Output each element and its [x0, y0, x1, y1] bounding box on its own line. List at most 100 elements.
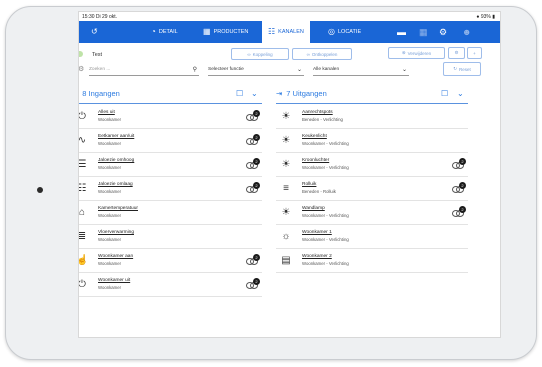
koppeling-button[interactable]: ∞ Koppeling [231, 48, 289, 60]
list-item[interactable]: ☰ Jaloezie omhoog Woonkamer 2 [79, 154, 262, 177]
link-status-icon[interactable]: 2 [452, 206, 466, 218]
search-input[interactable]: Zoeken ... ⚲ [89, 64, 199, 76]
reset-icon: ↻ [453, 66, 457, 71]
settings-icon[interactable]: ⚙ [439, 27, 447, 38]
select-all-inputs-checkbox[interactable]: ☐ [236, 89, 243, 98]
add-button[interactable]: + [467, 47, 482, 59]
battery-level: 93% [480, 14, 491, 20]
link-status-icon[interactable]: 2 [246, 158, 260, 170]
link-count-badge: 2 [253, 254, 260, 261]
list-item[interactable]: ⏻ Woonkamer uit Woonkamer 2 [79, 274, 262, 297]
hand-touch-icon: ☝ [79, 255, 88, 267]
reset-button[interactable]: ↻ Reset [443, 62, 481, 76]
battery-icon[interactable]: ▬ [397, 27, 406, 37]
channels-icon: ☷ [268, 27, 276, 36]
channel-name[interactable]: Jaloezie omhoog [98, 158, 134, 163]
list-item[interactable]: ≣ Vloerverwarming Woonkamer [79, 226, 262, 249]
settings-button[interactable]: ⚙ [448, 47, 465, 59]
channel-name[interactable]: Kroonluchter [302, 158, 329, 163]
list-item[interactable]: ∿ Eetkamer aan/uit Woonkamer 2 [78, 130, 262, 153]
channel-location: Woonkamer - Verlichting [302, 213, 349, 218]
chevron-down-icon[interactable]: ⌄ [251, 89, 258, 98]
channel-location: Woonkamer [98, 189, 122, 194]
chevron-down-icon[interactable]: ⌄ [457, 89, 464, 98]
function-select[interactable]: Selecteer functie ⌄ [208, 64, 304, 76]
device-name: Test [92, 52, 103, 58]
link-count-badge: 2 [459, 182, 466, 189]
link-status-icon[interactable]: 2 [452, 182, 466, 194]
channel-name[interactable]: Woonkamer 1 [302, 230, 332, 235]
gear-icon[interactable]: ⚙ [79, 65, 84, 73]
channel-location: Woonkamer - Verlichting [302, 237, 349, 242]
channel-name[interactable]: Vloerverwarming [98, 230, 134, 235]
list-item[interactable]: ☷ Jaloezie omlaag Woonkamer 2 [78, 178, 262, 201]
link-status-icon[interactable]: 2 [246, 110, 260, 122]
link-count-badge: 2 [253, 134, 260, 141]
link-status-icon[interactable]: 2 [246, 134, 260, 146]
outputs-icon: ⇥ [276, 89, 283, 98]
grid-icon[interactable]: ▦ [419, 27, 428, 38]
channel-location: Woonkamer [98, 285, 122, 290]
plus-icon: + [473, 50, 476, 56]
channel-name[interactable]: Alles uit [98, 110, 115, 115]
list-item[interactable]: ⌂ Kamertemperatuur Woonkamer [79, 202, 262, 225]
back-button[interactable]: ↺ [91, 21, 98, 43]
channel-name[interactable]: Kamertemperatuur [98, 206, 138, 211]
channel-name[interactable]: Woonkamer uit [98, 278, 130, 283]
pwm-icon: ▤ [281, 255, 291, 266]
tab-locatie[interactable]: ◎ LOCATIE [328, 21, 361, 43]
channel-location: Woonkamer [98, 213, 122, 218]
tab-kanalen[interactable]: ☷ KANALEN [262, 21, 310, 43]
link-status-icon[interactable]: 2 [246, 254, 260, 266]
list-item[interactable]: ☀ Aanrechtspots Beneden - Verlichting [276, 106, 468, 129]
tab-producten[interactable]: ▦ PRODUCTEN [203, 21, 248, 43]
link-status-icon[interactable]: 2 [246, 278, 260, 290]
tab-detail[interactable]: ◔ DETAIL [151, 21, 178, 43]
chevron-down-icon: ⌄ [296, 67, 302, 73]
list-item[interactable]: ≡ Rolluik Beneden - Rolluik 2 [276, 178, 468, 201]
channel-name[interactable]: Woonkamer aan [98, 254, 133, 259]
channel-name[interactable]: Jaloezie omlaag [98, 182, 133, 187]
channel-location: Beneden - Rolluik [302, 189, 336, 194]
device-toggle[interactable] [79, 51, 83, 57]
chevron-down-icon: ⌄ [401, 67, 407, 73]
camera [37, 187, 43, 193]
channel-name[interactable]: Keukenlicht [302, 134, 327, 139]
channel-name[interactable]: Woonkamer 2 [302, 254, 332, 259]
channel-name[interactable]: Wandlamp [302, 206, 325, 211]
channel-name[interactable]: Eetkamer aan/uit [98, 134, 134, 139]
blind-down-icon: ☷ [78, 183, 87, 194]
channel-location: Woonkamer [98, 261, 122, 266]
list-item[interactable]: ☀ Kroonluchter Woonkamer - Verlichting 2 [276, 154, 468, 177]
list-item[interactable]: ☀ Keukenlicht Woonkamer - Verlichting [276, 130, 468, 153]
link-status-icon[interactable]: 2 [452, 158, 466, 170]
wave-icon: ∿ [78, 135, 87, 146]
channel-location: Woonkamer [98, 237, 122, 242]
verwijderen-button[interactable]: ⊗ Verwijderen [388, 47, 445, 59]
status-time: 15:30 [82, 14, 95, 20]
list-item[interactable]: ⏻ Alles uit Woonkamer 2 [79, 106, 262, 129]
light-icon: ☀ [281, 159, 291, 170]
location-icon: ◎ [328, 27, 335, 36]
gear-icon: ⚙ [454, 50, 459, 55]
delete-icon: ⊗ [401, 50, 406, 55]
channel-name[interactable]: Rolluik [302, 182, 316, 187]
dimmer-light-icon: ☼ [281, 231, 291, 242]
channel-location: Woonkamer - Verlichting [302, 261, 349, 266]
channel-name[interactable]: Aanrechtspots [302, 110, 333, 115]
select-all-outputs-checkbox[interactable]: ☐ [441, 89, 448, 98]
shutter-icon: ≡ [283, 183, 289, 194]
list-item[interactable]: ▤ Woonkamer 2 Woonkamer - Verlichting [276, 250, 468, 273]
list-item[interactable]: ☀ Wandlamp Woonkamer - Verlichting 2 [276, 202, 468, 225]
ontkoppelen-button[interactable]: ∞ Ontkoppelen [292, 48, 352, 60]
list-item[interactable]: ☼ Woonkamer 1 Woonkamer - Verlichting [276, 226, 468, 249]
channel-location: Woonkamer [98, 165, 122, 170]
channel-select[interactable]: Alle kanalen ⌄ [313, 64, 409, 76]
light-icon: ☀ [281, 135, 291, 146]
back-arrow-icon: ↺ [91, 27, 98, 36]
list-item[interactable]: ☝ Woonkamer aan Woonkamer 2 [79, 250, 262, 273]
link-status-icon[interactable]: 2 [246, 182, 260, 194]
app-screen: 15:30 Di 29 okt. ● 93% ▮ ↺ ◔ DETAIL ▦ PROD… [78, 11, 501, 338]
light-icon: ☀ [281, 207, 291, 218]
user-icon[interactable]: ☻ [462, 27, 471, 37]
